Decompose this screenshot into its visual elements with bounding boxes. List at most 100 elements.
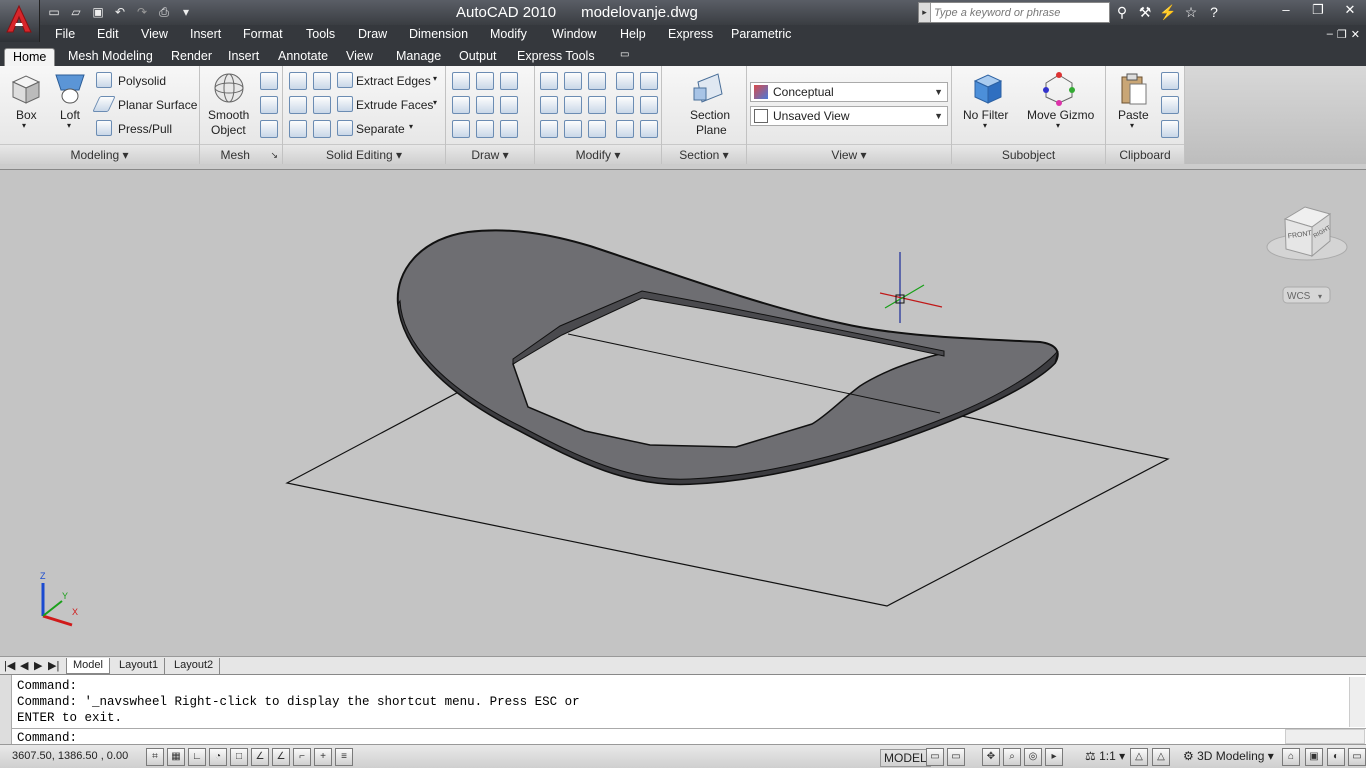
wcs-dropdown-icon[interactable]: ▾ — [1318, 292, 1322, 301]
extract-edges-dropdown-icon[interactable]: ▾ — [433, 74, 437, 83]
command-scrollbar[interactable] — [1349, 677, 1365, 727]
hardware-acceleration-icon[interactable]: ▣ — [1305, 748, 1323, 766]
wcs-label[interactable]: WCS — [1287, 291, 1311, 302]
infer-constraints-icon[interactable]: ⌗ — [146, 748, 164, 766]
panel-view-title[interactable]: View ▾ — [747, 144, 951, 164]
box-dropdown-icon[interactable]: ▾ — [22, 121, 26, 130]
model-space-toggle[interactable]: MODEL — [880, 749, 931, 767]
planar-surface-icon[interactable] — [92, 96, 116, 112]
chevron-down-icon[interactable]: ▼ — [934, 107, 943, 125]
doc-minimize-icon[interactable]: – — [1327, 28, 1333, 41]
fillet-icon[interactable] — [540, 72, 558, 90]
arc-icon[interactable] — [500, 72, 518, 90]
polysolid-icon[interactable] — [96, 72, 112, 88]
menu-modify[interactable]: Modify — [490, 27, 527, 41]
visual-style-dropdown[interactable]: Conceptual ▼ — [750, 82, 948, 102]
smooth-object-label-1[interactable]: Smooth — [208, 108, 249, 122]
last-layout-icon[interactable]: ▶| — [46, 658, 61, 674]
paste-label[interactable]: Paste — [1118, 108, 1149, 122]
annotation-scale[interactable]: ⚖ 1:1 ▾ — [1085, 749, 1125, 763]
command-grip[interactable] — [0, 675, 12, 745]
lineweight-icon[interactable]: ≡ — [335, 748, 353, 766]
3d-move-icon[interactable] — [588, 72, 606, 90]
named-view-dropdown[interactable]: Unsaved View ▼ — [750, 106, 948, 126]
menu-dimension[interactable]: Dimension — [409, 27, 468, 41]
stretch-icon[interactable] — [640, 120, 658, 138]
slice-icon[interactable] — [313, 96, 331, 114]
planar-surface-label[interactable]: Planar Surface — [118, 98, 197, 112]
tab-view[interactable]: View — [338, 48, 381, 66]
doc-restore-icon[interactable]: ❐ — [1337, 28, 1347, 41]
wcs-menu[interactable]: WCS ▾ — [1282, 286, 1331, 304]
mesh-smooth-more-icon[interactable] — [260, 72, 278, 90]
mesh-dialog-launcher-icon[interactable]: ↘ — [270, 145, 282, 165]
first-layout-icon[interactable]: |◀ — [2, 658, 17, 674]
redo-icon[interactable]: ↷ — [132, 2, 152, 22]
zoom-icon[interactable]: ⌕ — [1003, 748, 1021, 766]
interfere-icon[interactable] — [313, 72, 331, 90]
paste-icon[interactable] — [1116, 72, 1150, 106]
qat-dropdown-icon[interactable]: ▾ — [176, 2, 196, 22]
menu-view[interactable]: View — [141, 27, 168, 41]
tab-output[interactable]: Output — [451, 48, 505, 66]
extract-edges-icon[interactable] — [337, 72, 353, 88]
subtract-icon[interactable] — [289, 96, 307, 114]
offset-icon[interactable] — [616, 96, 634, 114]
menu-draw[interactable]: Draw — [358, 27, 387, 41]
restore-icon[interactable]: ❐ — [1302, 0, 1334, 20]
smooth-object-label-2[interactable]: Object — [211, 123, 246, 137]
tab-mesh-modeling[interactable]: Mesh Modeling — [60, 48, 161, 66]
ducs-icon[interactable]: ⌐ — [293, 748, 311, 766]
cut-icon[interactable] — [1161, 72, 1179, 90]
save-icon[interactable]: ▣ — [88, 2, 108, 22]
new-icon[interactable]: ▭ — [44, 2, 64, 22]
search-expand-icon[interactable]: ▸ — [919, 3, 931, 22]
tab-manage[interactable]: Manage — [388, 48, 449, 66]
3d-mirror-icon[interactable] — [564, 96, 582, 114]
model-space[interactable]: FRONT RIGHT WCS ▾ Z Y X — [0, 170, 1366, 657]
3d-osnap-icon[interactable]: ∠ — [251, 748, 269, 766]
extrude-faces-dropdown-icon[interactable]: ▾ — [433, 98, 437, 107]
circle-icon[interactable] — [500, 96, 518, 114]
smooth-object-icon[interactable] — [212, 71, 246, 105]
annotation-visibility-icon[interactable]: △ — [1130, 748, 1148, 766]
extract-edges-label[interactable]: Extract Edges — [356, 74, 431, 88]
drawing-canvas[interactable]: FRONT RIGHT WCS ▾ Z Y X — [0, 169, 1366, 656]
subscription-center-icon[interactable]: ⚒ — [1135, 2, 1155, 22]
menu-window[interactable]: Window — [552, 27, 596, 41]
coordinates-readout[interactable]: 3607.50, 1386.50 , 0.00 — [12, 750, 128, 762]
separate-label[interactable]: Separate — [356, 122, 405, 136]
polyline-icon[interactable] — [476, 72, 494, 90]
communication-center-icon[interactable]: ⚡ — [1158, 2, 1178, 22]
osnap-icon[interactable]: □ — [230, 748, 248, 766]
no-filter-label[interactable]: No Filter — [963, 108, 1008, 122]
panel-clipboard-title[interactable]: Clipboard — [1106, 144, 1184, 164]
press-pull-label[interactable]: Press/Pull — [118, 122, 172, 136]
rectangle-icon[interactable] — [476, 120, 494, 138]
steeringwheel-icon[interactable]: ◎ — [1024, 748, 1042, 766]
line-segment-icon[interactable] — [476, 96, 494, 114]
workspace-switch[interactable]: ⚙ 3D Modeling ▾ — [1183, 749, 1274, 763]
ribbon-minimize-icon[interactable]: ▭ — [612, 48, 637, 66]
rotate-icon[interactable] — [588, 96, 606, 114]
copy-icon[interactable] — [616, 72, 634, 90]
align-icon[interactable] — [540, 96, 558, 114]
tab-annotate[interactable]: Annotate — [270, 48, 336, 66]
intersect-icon[interactable] — [289, 120, 307, 138]
undo-icon[interactable]: ↶ — [110, 2, 130, 22]
minimize-icon[interactable]: – — [1270, 0, 1302, 20]
match-clip-icon[interactable] — [1161, 120, 1179, 138]
3d-array-icon[interactable] — [540, 120, 558, 138]
menu-edit[interactable]: Edit — [97, 27, 119, 41]
panel-subobject-title[interactable]: Subobject — [952, 144, 1105, 164]
tab-insert[interactable]: Insert — [220, 48, 267, 66]
menu-help[interactable]: Help — [620, 27, 646, 41]
move-gizmo-dropdown-icon[interactable]: ▾ — [1056, 121, 1060, 130]
extrude-faces-icon[interactable] — [337, 96, 353, 112]
extrude-faces-label[interactable]: Extrude Faces — [356, 98, 433, 112]
command-horizontal-scrollbar[interactable] — [1285, 729, 1365, 744]
open-icon[interactable]: ▱ — [66, 2, 86, 22]
polysolid-label[interactable]: Polysolid — [118, 74, 166, 88]
showmotion-icon[interactable]: ▸ — [1045, 748, 1063, 766]
lock-icon[interactable]: ⌂ — [1282, 748, 1300, 766]
